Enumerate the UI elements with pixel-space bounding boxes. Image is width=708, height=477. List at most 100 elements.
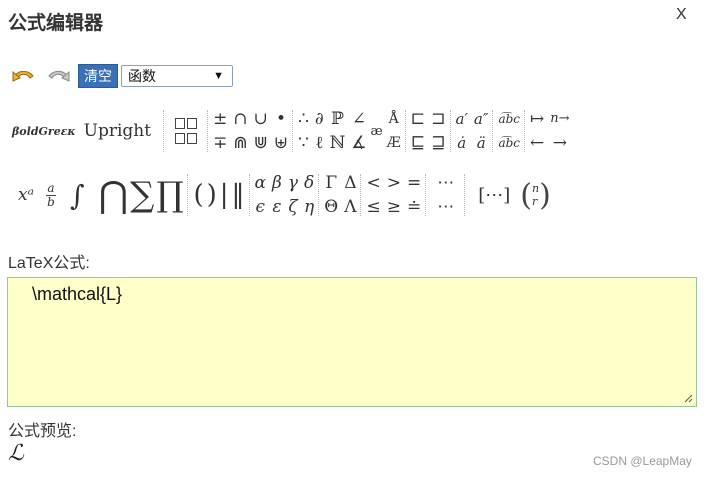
- category-select[interactable]: 函数 ▼: [121, 65, 233, 87]
- category-select-value: 函数: [128, 68, 156, 84]
- redo-button[interactable]: [44, 65, 72, 87]
- symbol-button[interactable]: ⊎: [274, 133, 288, 153]
- toolbar: 清空 函数 ▼: [10, 63, 233, 89]
- symbol-button[interactable]: η: [304, 197, 314, 217]
- binomial-button[interactable]: ( n r ): [520, 178, 551, 213]
- symbol-button[interactable]: •: [274, 109, 288, 129]
- symbol-button[interactable]: ⋯: [437, 197, 454, 217]
- divider: [464, 174, 466, 216]
- symbol-button[interactable]: a͡bc: [498, 133, 520, 153]
- clear-button[interactable]: 清空: [78, 64, 118, 88]
- symbol-button[interactable]: Δ: [344, 173, 356, 193]
- symbol-palette-row-1: βoldGreεκ Upright ± ∩ ∪ • ∓ ⋒ ⋓ ⊎ ∴ ∂ ℙ …: [8, 106, 570, 156]
- symbol-button[interactable]: α: [255, 173, 266, 193]
- symbol-button[interactable]: ≥: [387, 197, 401, 217]
- sum-button[interactable]: ∑: [130, 175, 154, 215]
- symbol-button[interactable]: ∩: [233, 109, 247, 129]
- symbol-button[interactable]: Λ: [344, 197, 356, 217]
- symbol-button[interactable]: ‖: [232, 180, 245, 210]
- symbol-button[interactable]: ∓: [213, 133, 227, 153]
- latex-input[interactable]: \mathcal{L}: [7, 277, 697, 407]
- symbol-button[interactable]: ⊒: [431, 133, 445, 153]
- symbol-button[interactable]: (: [193, 180, 203, 210]
- bigcap-button[interactable]: ⋂: [99, 175, 129, 216]
- close-button[interactable]: X: [676, 6, 687, 24]
- bold-greek-button[interactable]: βoldGreεκ: [12, 125, 76, 138]
- resize-handle-icon[interactable]: [683, 393, 693, 403]
- symbol-button[interactable]: →: [550, 133, 569, 153]
- symbol-button[interactable]: ℙ: [330, 109, 346, 129]
- delimiters-group: ( ) | ‖: [193, 180, 244, 210]
- symbol-button[interactable]: ←: [530, 133, 544, 153]
- matrix-button[interactable]: [⋯]: [478, 185, 510, 206]
- symbol-button[interactable]: ≤: [366, 197, 380, 217]
- symbol-button[interactable]: ℕ: [330, 133, 346, 153]
- symbol-button[interactable]: ∠: [351, 109, 366, 129]
- upright-button[interactable]: Upright: [84, 121, 151, 141]
- symbol-button[interactable]: ↦: [530, 109, 544, 129]
- chevron-down-icon: ▼: [213, 70, 224, 82]
- symbol-button[interactable]: ζ: [288, 197, 298, 217]
- binary-ops-group: ± ∩ ∪ • ∓ ⋒ ⋓ ⊎: [213, 109, 288, 153]
- symbol-button[interactable]: ℓ: [315, 133, 324, 153]
- symbol-button[interactable]: a′: [456, 109, 468, 129]
- symbol-button[interactable]: ≐: [407, 197, 421, 217]
- greek-uppercase-group: Γ Δ Θ Λ: [324, 173, 356, 217]
- symbol-button[interactable]: ε: [272, 197, 282, 217]
- symbol-button[interactable]: ): [207, 180, 217, 210]
- symbol-button[interactable]: ∂: [315, 109, 324, 129]
- fraction-button[interactable]: a b: [45, 181, 56, 209]
- divider: [425, 174, 427, 216]
- symbol-button[interactable]: β: [272, 173, 282, 193]
- latex-label: LaTeX公式:: [8, 255, 90, 272]
- symbol-button[interactable]: ⋒: [233, 133, 247, 153]
- undo-button[interactable]: [10, 65, 38, 87]
- ae-ligature-button[interactable]: æ: [371, 124, 383, 139]
- integral-button[interactable]: ∫: [70, 179, 85, 212]
- product-button[interactable]: ∏: [156, 175, 183, 215]
- symbol-button[interactable]: ±: [213, 109, 227, 129]
- symbol-button[interactable]: Å: [387, 109, 401, 129]
- symbol-button[interactable]: <: [366, 173, 380, 193]
- symbol-button[interactable]: Γ: [324, 173, 338, 193]
- symbol-palette-row-2: xᵃ a b ∫ ⋂ ∑ ∏ ( ) | ‖ α β γ δ ϵ ε ζ η Γ…: [8, 170, 551, 220]
- prime-accents-group: a′ a″ ȧ ä: [456, 109, 489, 153]
- symbol-button[interactable]: ⊏: [411, 109, 425, 129]
- symbol-button[interactable]: ȧ: [456, 133, 468, 153]
- symbol-button[interactable]: a͡bc: [498, 109, 520, 129]
- divider: [248, 174, 251, 216]
- symbol-button[interactable]: Θ: [324, 197, 338, 217]
- symbol-button[interactable]: δ: [304, 173, 314, 193]
- dots-group: ⋯ ⋯: [437, 173, 454, 217]
- fraction-denominator: b: [45, 194, 56, 209]
- misc-symbols-group: ∴ ∂ ℙ ∠ ∵ ℓ ℕ ∡: [298, 109, 366, 153]
- symbol-button[interactable]: γ: [288, 173, 298, 193]
- symbol-button[interactable]: ⋓: [254, 133, 268, 153]
- symbol-button[interactable]: ⊑: [411, 133, 425, 153]
- divider: [318, 174, 320, 216]
- symbol-button[interactable]: ⋯: [437, 173, 454, 193]
- power-button[interactable]: xᵃ: [18, 185, 34, 205]
- symbol-button[interactable]: ∡: [351, 133, 366, 153]
- divider: [449, 110, 452, 152]
- divider: [360, 174, 362, 216]
- symbol-button[interactable]: >: [387, 173, 401, 193]
- symbol-button[interactable]: n→: [550, 109, 569, 129]
- undo-icon: [12, 70, 34, 82]
- symbol-button[interactable]: ⊐: [431, 109, 445, 129]
- symbol-button[interactable]: |: [220, 180, 229, 210]
- symbol-button[interactable]: ϵ: [255, 197, 266, 217]
- symbol-button[interactable]: Æ: [387, 133, 401, 153]
- arrows-group: ↦ n→ ← →: [530, 109, 570, 153]
- symbol-button[interactable]: ∴: [298, 109, 309, 129]
- symbol-button[interactable]: ∵: [298, 133, 309, 153]
- symbol-button[interactable]: a″: [474, 109, 489, 129]
- symbol-button[interactable]: =: [407, 173, 421, 193]
- symbol-button[interactable]: ä: [474, 133, 489, 153]
- formula-preview: ℒ: [8, 441, 24, 466]
- redo-icon: [48, 70, 70, 82]
- symbol-button[interactable]: ∪: [254, 109, 268, 129]
- divider: [207, 110, 209, 152]
- divider: [292, 110, 294, 152]
- box-layout-button[interactable]: [175, 118, 198, 144]
